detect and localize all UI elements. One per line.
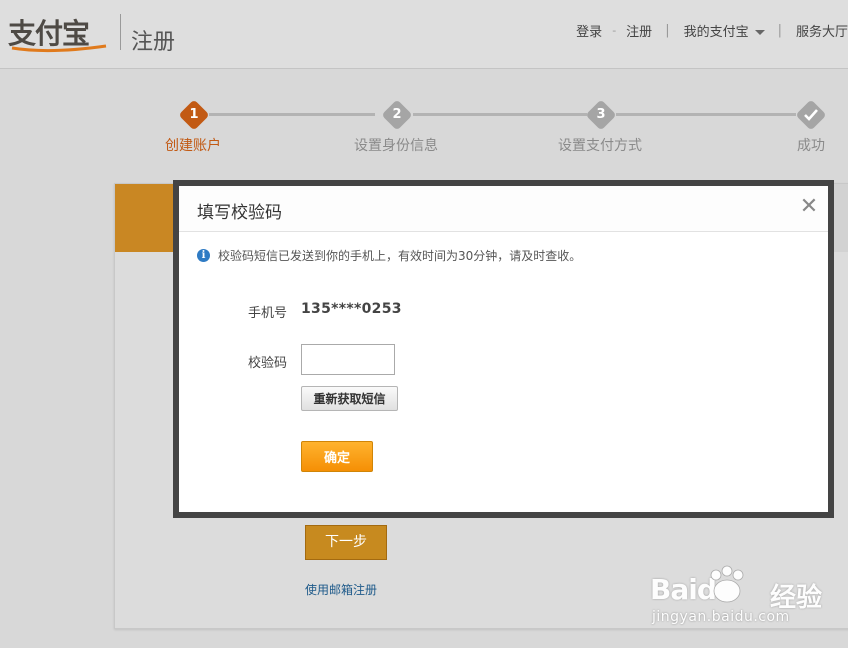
confirm-button[interactable]: 确定 <box>301 441 373 472</box>
paw-icon <box>710 565 744 603</box>
top-nav: 登录 - 注册 | 我的支付宝 | 服务大厅 <box>576 20 848 40</box>
nav-dot-separator: - <box>612 23 617 37</box>
watermark-url: jingyan.baidu.com <box>652 609 790 625</box>
resend-sms-button[interactable]: 重新获取短信 <box>301 386 398 411</box>
step-connector <box>616 113 796 116</box>
code-label: 校验码 <box>248 356 288 371</box>
page-name: 注册 <box>131 30 176 55</box>
dialog-header: 填写校验码 ✕ <box>179 186 828 232</box>
next-step-button[interactable]: 下一步 <box>305 525 387 560</box>
phone-label: 手机号 <box>248 306 288 321</box>
dialog-title: 填写校验码 <box>197 203 282 223</box>
step-3-marker: 3 <box>585 99 617 131</box>
registration-steps: 1 2 3 创建账户 设置身份信息 设置支付方式 成功 <box>0 98 848 158</box>
nav-my-alipay-label: 我的支付宝 <box>683 24 749 40</box>
step-3-label: 设置支付方式 <box>558 138 642 154</box>
step-4-marker <box>795 99 827 131</box>
nav-register-link[interactable]: 注册 <box>626 21 652 40</box>
step-connector <box>209 113 375 116</box>
verification-code-input[interactable] <box>301 344 395 375</box>
nav-login-link[interactable]: 登录 <box>576 21 602 40</box>
baidu-jingyan-watermark: Baidu 经验 jingyan.baidu.com <box>650 565 840 635</box>
step-1-label: 创建账户 <box>165 138 221 154</box>
chevron-down-icon <box>754 29 765 35</box>
sms-notice-text: 校验码短信已发送到你的手机上，有效时间为30分钟，请及时查收。 <box>218 248 582 263</box>
step-4-label: 成功 <box>797 138 825 154</box>
nav-my-alipay-menu[interactable]: 我的支付宝 <box>684 21 765 40</box>
logo-swoosh-icon <box>11 44 107 53</box>
checkmark-icon <box>804 109 818 121</box>
alipay-logo[interactable]: 支付宝 <box>8 14 107 53</box>
verification-code-dialog: 填写校验码 ✕ i 校验码短信已发送到你的手机上，有效时间为30分钟，请及时查收… <box>179 186 828 512</box>
panel-active-tab[interactable] <box>115 184 175 252</box>
step-2-marker: 2 <box>381 99 413 131</box>
step-number: 3 <box>596 107 606 122</box>
step-number: 2 <box>392 107 402 122</box>
info-icon: i <box>197 248 210 262</box>
phone-number-value: 135****0253 <box>301 301 402 317</box>
step-2-label: 设置身份信息 <box>354 138 438 154</box>
nav-divider: | <box>777 22 782 38</box>
step-number: 1 <box>189 107 199 122</box>
sms-notice: i 校验码短信已发送到你的手机上，有效时间为30分钟，请及时查收。 <box>197 247 581 263</box>
nav-divider: | <box>665 22 670 38</box>
site-header: 支付宝 注册 登录 - 注册 | 我的支付宝 | 服务大厅 <box>0 0 848 69</box>
close-icon[interactable]: ✕ <box>797 196 821 220</box>
step-1-marker: 1 <box>178 99 210 131</box>
email-register-link[interactable]: 使用邮箱注册 <box>305 581 377 598</box>
nav-service-hall-link[interactable]: 服务大厅 <box>796 21 848 40</box>
step-connector <box>413 113 587 116</box>
logo-separator <box>120 14 121 50</box>
